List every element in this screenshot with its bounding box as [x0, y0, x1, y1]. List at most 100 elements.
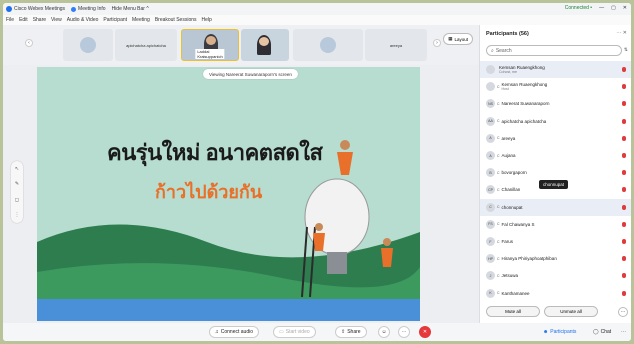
participant-name: Chanillan	[501, 187, 521, 193]
participant-role: C	[497, 187, 500, 192]
video-off-icon: ▭	[279, 329, 284, 335]
panel-more-button[interactable]: ⋯	[618, 307, 628, 317]
thumbnail-name: areeya	[389, 43, 403, 48]
more-icon[interactable]: ⋮	[15, 212, 20, 218]
muted-mic-icon[interactable]	[622, 204, 626, 210]
menu-breakout[interactable]: Breakout Sessions	[155, 17, 197, 23]
participant-role: C	[497, 273, 500, 278]
sort-icon[interactable]: ⇅	[624, 47, 628, 53]
participant-role: C	[497, 291, 500, 296]
muted-mic-icon[interactable]	[622, 153, 626, 159]
menu-audio-video[interactable]: Audio & Video	[67, 17, 99, 23]
participant-row[interactable]: FS C Fal Chawanya S	[480, 216, 631, 233]
chevron-right-icon[interactable]: ›	[433, 39, 441, 47]
participant-row[interactable]: Kemsan Ruaengkhong Cohost, me	[480, 61, 631, 79]
participant-name: bovorgaporn	[501, 170, 527, 176]
thumbnail-areeya[interactable]: areeya	[365, 29, 427, 61]
panel-header-icons: ⋯ ✕	[616, 30, 627, 36]
water-strip	[37, 299, 420, 321]
chat-tab-button[interactable]: ◯ Chat	[589, 326, 615, 338]
muted-mic-icon[interactable]	[622, 135, 626, 141]
muted-mic-icon[interactable]	[622, 118, 626, 124]
eraser-icon[interactable]: ◻	[15, 197, 19, 203]
menu-edit[interactable]: Edit	[19, 17, 28, 23]
participant-name-block: Kanthamanee	[502, 291, 631, 296]
muted-mic-icon[interactable]	[622, 67, 626, 73]
participant-row[interactable]: B Cbovorgaporn	[480, 164, 631, 181]
menu-help[interactable]: Help	[202, 17, 212, 23]
viewing-banner: Viewing Nareerat Suwanaraporn's screen	[203, 69, 298, 79]
thumbnail-video[interactable]	[241, 29, 289, 61]
participant-row[interactable]: HP C Hiranya Phiriyaphoatphiban	[480, 250, 631, 267]
close-icon[interactable]: ✕	[623, 5, 627, 11]
person-figure-icon	[381, 248, 393, 267]
menu-view[interactable]: View	[51, 17, 62, 23]
people-icon: ☻	[543, 329, 549, 335]
more-icon[interactable]: ⋯	[616, 30, 621, 36]
pen-icon[interactable]: ✎	[15, 181, 19, 187]
more-panels-button[interactable]: ⋯	[617, 326, 630, 338]
thumbnail-blurred[interactable]	[293, 29, 363, 61]
end-meeting-button[interactable]: ✕	[419, 326, 431, 338]
person-figure-icon	[315, 223, 323, 231]
reactions-button[interactable]: ☺	[378, 326, 390, 338]
participant-name-block: areeya	[502, 136, 631, 141]
close-icon[interactable]: ✕	[623, 30, 627, 36]
thumbnail-blurred[interactable]	[63, 29, 113, 61]
participant-row[interactable]: F C Farus	[480, 233, 631, 250]
participant-name: Jetsuwa	[501, 273, 519, 279]
muted-mic-icon[interactable]	[622, 290, 626, 296]
menu-file[interactable]: File	[6, 17, 14, 23]
panel-actions: Mute all Unmute all	[486, 306, 598, 317]
unmute-all-button[interactable]: Unmute all	[544, 306, 598, 317]
avatar: C	[486, 202, 495, 212]
hide-menu-bar-button[interactable]: Hide Menu Bar ^	[112, 6, 149, 12]
annotation-toolbar: ↖ ✎ ◻ ⋮	[11, 161, 23, 223]
participant-row[interactable]: C Kemsan Ruaengkhong Host	[480, 78, 631, 95]
avatar	[320, 37, 336, 53]
thumbnail-apichatcha[interactable]: apichatcha apichatcha	[115, 29, 177, 61]
menu-share[interactable]: Share	[33, 17, 46, 23]
participants-tab-button[interactable]: ☻ Participants	[539, 326, 580, 338]
muted-mic-icon[interactable]	[622, 221, 626, 227]
audio-icon: ♫	[215, 329, 219, 335]
participant-subtitle: Cohost, me	[499, 70, 517, 75]
more-options-button[interactable]: ⋯	[398, 326, 410, 338]
participant-row[interactable]: J C Jetsuwa	[480, 267, 631, 284]
restore-icon[interactable]: ▢	[611, 5, 616, 11]
more-icon: ⋯	[401, 329, 407, 335]
participant-row[interactable]: A Careeya	[480, 130, 631, 147]
menu-participant[interactable]: Participant	[103, 17, 127, 23]
pointer-icon[interactable]: ↖	[15, 166, 19, 172]
chevron-left-icon[interactable]: ‹	[25, 39, 33, 47]
more-icon: ⋯	[621, 329, 626, 335]
avatar: CP	[486, 185, 495, 195]
participant-role: C	[497, 222, 500, 227]
slide-title-line1: คนรุ่นใหม่ อนาคตสดใส	[107, 140, 323, 165]
search-input[interactable]: ⌕ Search	[486, 45, 622, 56]
mute-all-button[interactable]: Mute all	[486, 306, 540, 317]
connect-audio-button[interactable]: ♫ Connect audio	[209, 326, 259, 338]
grid-icon: ▦	[448, 36, 453, 41]
muted-mic-icon[interactable]	[622, 239, 626, 245]
participant-row[interactable]: K C Kanthamanee	[480, 285, 631, 302]
meeting-info-button[interactable]: Meeting Info	[71, 6, 106, 12]
participant-role: C	[497, 136, 500, 141]
participant-row[interactable]: C Cchonnupat	[480, 198, 631, 216]
participant-row[interactable]: A C Aujana	[480, 147, 631, 164]
avatar: A	[486, 133, 495, 143]
connect-audio-label: Connect audio	[220, 329, 253, 335]
lightbulb-base	[327, 252, 347, 274]
avatar: F	[486, 237, 495, 247]
layout-button[interactable]: ▦ Layout	[443, 33, 473, 45]
thumbnail-active-speaker[interactable]: Laddal Kraisuppanich	[181, 29, 239, 61]
participant-row[interactable]: NS C Nareerat Suwanaraporn	[480, 95, 631, 112]
avatar: B	[486, 168, 495, 178]
start-video-button[interactable]: ▭ Start video	[273, 326, 316, 338]
participant-row[interactable]: AA Capichatcha apichatcha	[480, 113, 631, 130]
menu-meeting[interactable]: Meeting	[132, 17, 150, 23]
minimize-icon[interactable]: —	[599, 5, 604, 11]
share-button[interactable]: ⇪ Share	[335, 326, 367, 338]
person-figure-icon	[383, 238, 391, 246]
share-icon: ⇪	[341, 329, 346, 335]
